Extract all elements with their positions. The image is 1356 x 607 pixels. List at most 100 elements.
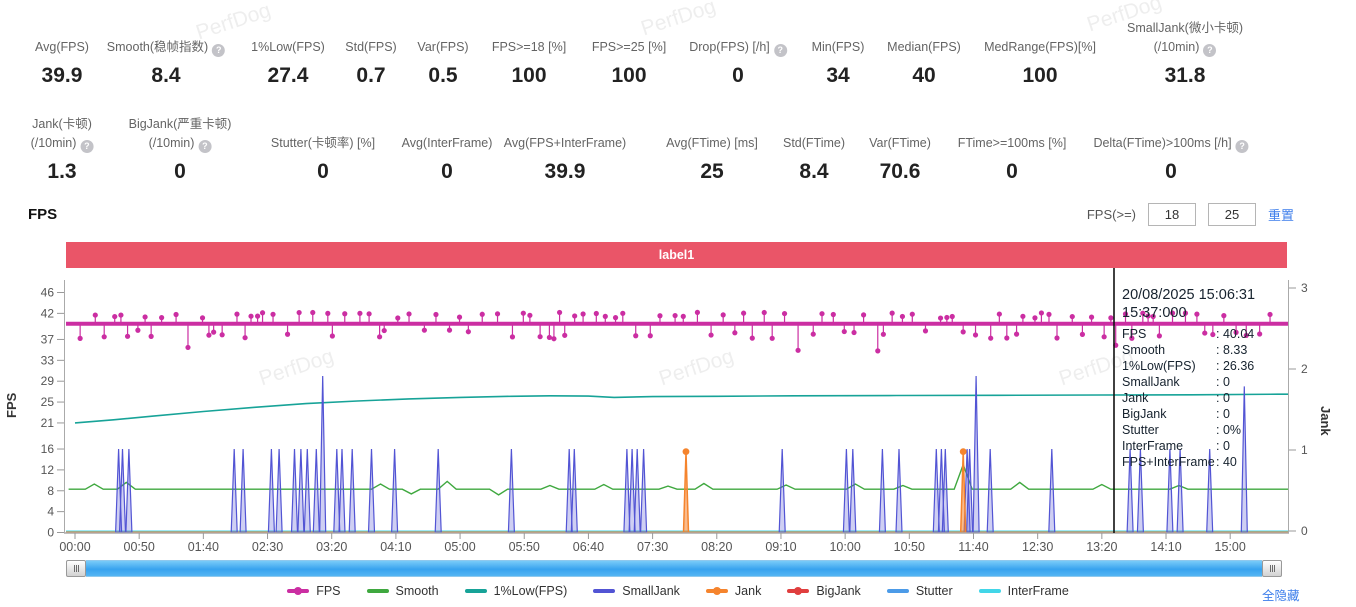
stat-label: MedRange(FPS)[%] bbox=[984, 38, 1096, 57]
y-axis-tick-label: 29 bbox=[41, 374, 55, 388]
stat-item: Std(FTime)8.4 bbox=[783, 134, 845, 184]
stats-row-1: Avg(FPS)39.9Smooth(稳帧指数)?8.41%Low(FPS)27… bbox=[0, 6, 1356, 92]
stat-label: Drop(FPS) [/h]? bbox=[689, 38, 787, 57]
scrollbar-left-handle[interactable] bbox=[66, 560, 86, 577]
stat-value: 70.6 bbox=[880, 160, 921, 184]
x-axis-tick-label: 01:40 bbox=[188, 540, 219, 554]
x-axis-tick-label: 07:30 bbox=[637, 540, 668, 554]
legend-item-1-low-fps-[interactable]: 1%Low(FPS) bbox=[465, 584, 568, 598]
stat-item: MedRange(FPS)[%] 100 bbox=[984, 38, 1096, 88]
chart-scrollbar[interactable] bbox=[66, 560, 1282, 577]
help-icon[interactable]: ? bbox=[198, 140, 211, 153]
y-axis-tick-label: 37 bbox=[41, 332, 55, 346]
fps-threshold-low-input[interactable] bbox=[1148, 203, 1196, 226]
stat-value: 0 bbox=[317, 160, 329, 184]
series-smalljank bbox=[116, 376, 1248, 533]
chart-label-text: label1 bbox=[659, 248, 694, 262]
series-jank bbox=[683, 448, 967, 532]
help-icon[interactable]: ? bbox=[774, 44, 787, 57]
legend-marker bbox=[787, 589, 809, 593]
stat-value: 27.4 bbox=[268, 64, 309, 88]
stat-label: FTime>=100ms [%] bbox=[958, 134, 1067, 153]
y-axis-tick-label: 25 bbox=[41, 395, 55, 409]
x-axis-tick-label: 09:10 bbox=[765, 540, 796, 554]
x-axis-tick-label: 00:00 bbox=[59, 540, 90, 554]
x-axis-tick-label: 05:50 bbox=[509, 540, 540, 554]
stat-label: Avg(FTime) [ms] bbox=[666, 134, 758, 153]
stat-item: BigJank(严重卡顿)(/10min)?0 bbox=[129, 115, 232, 184]
x-axis-tick-label: 02:30 bbox=[252, 540, 283, 554]
help-icon[interactable]: ? bbox=[1203, 44, 1216, 57]
x-axis-tick-label: 00:50 bbox=[124, 540, 155, 554]
stat-label: Stutter(卡顿率) [%] bbox=[271, 134, 375, 153]
scrollbar-track[interactable] bbox=[86, 560, 1262, 577]
stat-label: FPS>=25 [%] bbox=[592, 38, 666, 57]
fps-chart[interactable]: 464237332925211612840321000:0000:5001:40… bbox=[0, 268, 1356, 558]
y-axis-tick-label: 46 bbox=[41, 286, 55, 300]
stat-item: SmallJank(微小卡顿)(/10min)?31.8 bbox=[1127, 19, 1243, 88]
legend-marker bbox=[593, 589, 615, 593]
stat-item: Var(FTime)70.6 bbox=[869, 134, 931, 184]
stat-label: 1%Low(FPS) bbox=[251, 38, 325, 57]
legend-label: Stutter bbox=[916, 584, 953, 598]
series-1-low-fps bbox=[75, 394, 1288, 423]
stat-label: Avg(InterFrame) bbox=[402, 134, 493, 153]
stat-value: 0 bbox=[1165, 160, 1177, 184]
stat-item: Drop(FPS) [/h]?0 bbox=[689, 38, 787, 88]
stat-item: FTime>=100ms [%]0 bbox=[958, 134, 1067, 184]
legend-item-smooth[interactable]: Smooth bbox=[367, 584, 439, 598]
stat-item: Median(FPS)40 bbox=[887, 38, 961, 88]
stat-value: 25 bbox=[700, 160, 723, 184]
legend-item-fps[interactable]: FPS bbox=[287, 584, 340, 598]
legend-item-jank[interactable]: Jank bbox=[706, 584, 761, 598]
legend-marker bbox=[465, 589, 487, 593]
stat-label: Jank(卡顿)(/10min)? bbox=[31, 115, 94, 153]
stat-item: 1%Low(FPS) 27.4 bbox=[251, 38, 325, 88]
y-axis-title-left: FPS bbox=[4, 392, 19, 418]
x-axis-tick-label: 06:40 bbox=[573, 540, 604, 554]
legend-label: 1%Low(FPS) bbox=[494, 584, 568, 598]
y-axis-tick-label: 21 bbox=[41, 416, 55, 430]
stat-value: 0 bbox=[441, 160, 453, 184]
chart-label-banner: label1 bbox=[66, 242, 1287, 268]
stat-label: Std(FPS) bbox=[345, 38, 396, 57]
series-smooth bbox=[69, 465, 1295, 495]
help-icon[interactable]: ? bbox=[212, 44, 225, 57]
stat-item: Avg(FTime) [ms] 25 bbox=[666, 134, 758, 184]
legend-label: Smooth bbox=[396, 584, 439, 598]
y-axis-tick-label: 0 bbox=[47, 526, 54, 540]
x-axis-tick-label: 14:10 bbox=[1150, 540, 1181, 554]
legend-item-smalljank[interactable]: SmallJank bbox=[593, 584, 680, 598]
legend-item-bigjank[interactable]: BigJank bbox=[787, 584, 860, 598]
stat-label: SmallJank(微小卡顿)(/10min)? bbox=[1127, 19, 1243, 57]
stat-value: 0.7 bbox=[356, 64, 385, 88]
y-axis-tick-label: 16 bbox=[41, 442, 55, 456]
y-axis-tick-label: 8 bbox=[47, 484, 54, 498]
stat-item: Avg(FPS) 39.9 bbox=[35, 38, 89, 88]
stat-value: 40 bbox=[912, 64, 935, 88]
y-axis-tick-label: 12 bbox=[41, 463, 55, 477]
stat-value: 0.5 bbox=[428, 64, 457, 88]
hide-all-link[interactable]: 全隐藏 bbox=[1262, 585, 1300, 604]
y-axis-title-right: Jank bbox=[1318, 406, 1333, 436]
stat-value: 0 bbox=[174, 160, 186, 184]
legend-item-interframe[interactable]: InterFrame bbox=[979, 584, 1069, 598]
help-icon[interactable]: ? bbox=[1236, 140, 1249, 153]
y-axis-tick-label: 42 bbox=[41, 306, 55, 320]
help-icon[interactable]: ? bbox=[80, 140, 93, 153]
scrollbar-right-handle[interactable] bbox=[1262, 560, 1282, 577]
stat-label: Avg(FPS) bbox=[35, 38, 89, 57]
reset-link[interactable]: 重置 bbox=[1268, 205, 1294, 224]
chart-legend: FPS Smooth 1%Low(FPS) SmallJank Jank BigJank S… bbox=[0, 584, 1356, 598]
stat-item: Delta(FTime)>100ms [/h]?0 bbox=[1093, 134, 1248, 184]
stat-item: Avg(FPS+InterFrame)39.9 bbox=[504, 134, 626, 184]
stat-value: 100 bbox=[511, 64, 546, 88]
x-axis-tick-label: 12:30 bbox=[1022, 540, 1053, 554]
stat-value: 39.9 bbox=[42, 64, 83, 88]
fps-threshold-high-input[interactable] bbox=[1208, 203, 1256, 226]
stat-label: Std(FTime) bbox=[783, 134, 845, 153]
stat-value: 100 bbox=[1022, 64, 1057, 88]
x-axis-tick-label: 11:40 bbox=[958, 540, 988, 554]
stat-item: Var(FPS)0.5 bbox=[417, 38, 468, 88]
legend-item-stutter[interactable]: Stutter bbox=[887, 584, 953, 598]
